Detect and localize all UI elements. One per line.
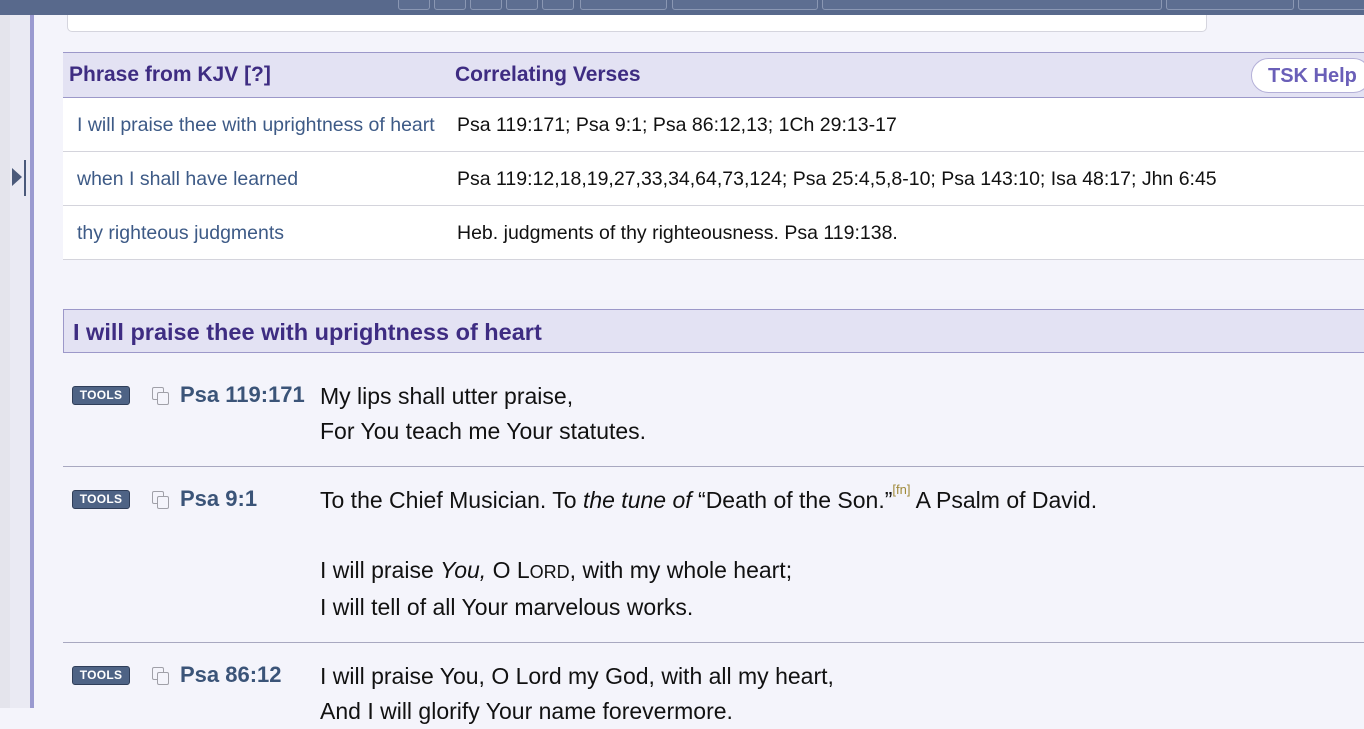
correlating-verses[interactable]: Heb. judgments of thy righteousness. Psa…	[449, 205, 1364, 260]
verse-line: For You teach me Your statutes.	[320, 418, 647, 444]
left-gutter	[0, 15, 10, 708]
toolbar-button[interactable]	[470, 0, 502, 10]
verse-reference[interactable]: Psa 119:171	[180, 382, 305, 408]
copy-icon[interactable]	[152, 667, 170, 685]
verse-row: TOOLS Psa 9:1 To the Chief Musician. To …	[63, 467, 1364, 643]
toolbar-button[interactable]	[822, 0, 1162, 10]
table-row: thy righteous judgments Heb. judgments o…	[63, 205, 1364, 260]
tsk-table: Phrase from KJV [?] Correlating Verses I…	[63, 52, 1364, 260]
phrase-link[interactable]: when I shall have learned	[63, 151, 449, 206]
correlating-verses[interactable]: Psa 119:171; Psa 9:1; Psa 86:12,13; 1Ch …	[449, 97, 1364, 152]
expand-panel-bar	[24, 160, 26, 196]
toolbar-button[interactable]	[1166, 0, 1294, 10]
table-row: I will praise thee with uprightness of h…	[63, 97, 1364, 152]
verse-line: I will tell of all Your marvelous works.	[320, 594, 694, 620]
toolbar-button[interactable]	[398, 0, 430, 10]
verse-line: And I will glorify Your name forevermore…	[320, 698, 733, 724]
verse-line: My lips shall utter praise,	[320, 383, 574, 409]
toolbar-button[interactable]	[506, 0, 538, 10]
previous-content-box	[67, 15, 1207, 32]
verse-row: TOOLS Psa 86:12 I will praise You, O Lor…	[63, 643, 1364, 724]
copy-icon[interactable]	[152, 491, 170, 509]
phrase-link[interactable]: I will praise thee with uprightness of h…	[63, 97, 449, 152]
tools-button[interactable]: TOOLS	[72, 386, 130, 405]
correlating-verses[interactable]: Psa 119:12,18,19,27,33,34,64,73,124; Psa…	[449, 151, 1364, 206]
section-heading: I will praise thee with uprightness of h…	[63, 309, 1364, 353]
toolbar-button[interactable]	[672, 0, 818, 10]
tools-button[interactable]: TOOLS	[72, 490, 130, 509]
phrase-link[interactable]: thy righteous judgments	[63, 205, 449, 260]
expand-panel-icon[interactable]	[12, 168, 22, 186]
tools-button[interactable]: TOOLS	[72, 666, 130, 685]
tsk-header-row: Phrase from KJV [?] Correlating Verses	[63, 52, 1364, 98]
verses-column-header: Correlating Verses	[449, 52, 1364, 98]
verse-reference[interactable]: Psa 86:12	[180, 662, 282, 688]
toolbar-button[interactable]	[542, 0, 574, 10]
verse-text: To the Chief Musician. To the tune of “D…	[320, 483, 1360, 625]
toolbar-button[interactable]	[580, 0, 667, 10]
verse-row: TOOLS Psa 119:171 My lips shall utter pr…	[63, 355, 1364, 467]
side-panel-border	[30, 15, 34, 708]
toolbar-button[interactable]	[1298, 0, 1364, 10]
verse-text: My lips shall utter praise, For You teac…	[320, 379, 1360, 449]
toolbar-button[interactable]	[434, 0, 466, 10]
footnote-link[interactable]: [fn]	[892, 482, 910, 497]
verse-text: I will praise You, O Lord my God, with a…	[320, 659, 1360, 729]
psalm-superscription: To the Chief Musician. To the tune of “D…	[320, 482, 1098, 514]
tsk-help-button[interactable]: TSK Help	[1251, 58, 1364, 93]
collapsed-side-panel	[10, 15, 30, 708]
verse-line: I will praise You, O Lord my God, with a…	[320, 663, 834, 689]
phrase-column-header[interactable]: Phrase from KJV [?]	[63, 52, 449, 98]
table-row: when I shall have learned Psa 119:12,18,…	[63, 151, 1364, 206]
verse-reference[interactable]: Psa 9:1	[180, 486, 257, 512]
top-toolbar	[0, 0, 1364, 15]
verse-line: I will praise You, O LORD, with my whole…	[320, 557, 793, 583]
copy-icon[interactable]	[152, 387, 170, 405]
